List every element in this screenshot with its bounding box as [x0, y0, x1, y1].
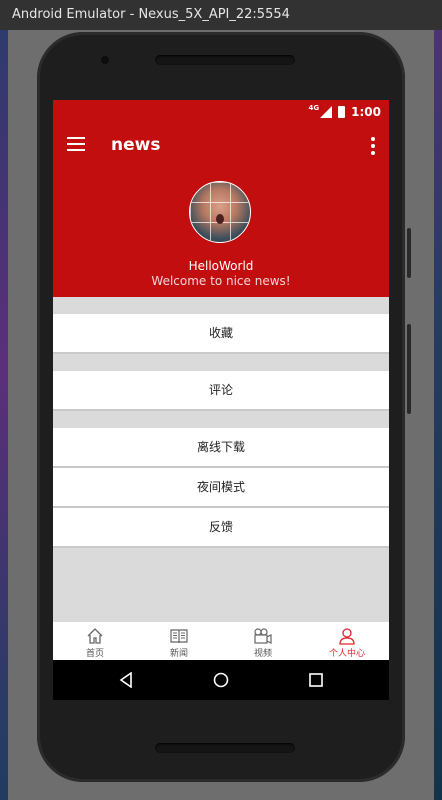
system-navigation-bar	[53, 660, 389, 700]
overflow-menu-icon[interactable]	[371, 137, 375, 155]
menu-item-offline-download[interactable]: 离线下载	[53, 428, 389, 468]
hamburger-menu-icon[interactable]	[67, 137, 85, 153]
video-camera-icon	[221, 626, 305, 646]
tab-profile[interactable]: 个人中心	[305, 622, 389, 660]
recents-icon[interactable]	[309, 673, 323, 687]
menu-item-favorites[interactable]: 收藏	[53, 314, 389, 354]
home-circle-icon[interactable]	[213, 672, 229, 688]
username: HelloWorld	[188, 259, 254, 273]
tab-profile-label: 个人中心	[328, 649, 365, 659]
tab-news-label: 新闻	[169, 649, 188, 659]
bottom-navigation: 首页 新闻 视频 个人中心	[53, 622, 389, 660]
welcome-text: Welcome to nice news!	[151, 274, 291, 288]
signal-icon	[320, 106, 333, 118]
status-time: 1:00	[351, 105, 381, 119]
device-screen: 4G 1:00 news HelloWorld Welcome to nice …	[53, 100, 389, 700]
tab-video[interactable]: 视频	[221, 622, 305, 660]
bottom-speaker	[155, 743, 295, 753]
front-camera	[101, 56, 109, 64]
tab-home[interactable]: 首页	[53, 622, 137, 660]
emulator-title-bar: Android Emulator - Nexus_5X_API_22:5554	[0, 0, 442, 30]
tab-video-label: 视频	[253, 649, 272, 659]
home-icon	[53, 626, 137, 646]
status-bar: 4G 1:00	[53, 100, 389, 124]
power-button[interactable]	[407, 228, 411, 278]
toolbar-title: news	[111, 135, 161, 155]
app-toolbar: news	[53, 124, 389, 168]
menu-item-comments[interactable]: 评论	[53, 371, 389, 411]
menu-item-feedback[interactable]: 反馈	[53, 508, 389, 548]
profile-header: HelloWorld Welcome to nice news!	[53, 168, 389, 297]
newspaper-icon	[137, 626, 221, 646]
window-title: Android Emulator - Nexus_5X_API_22:5554	[12, 7, 290, 22]
top-speaker	[155, 55, 295, 65]
tab-news[interactable]: 新闻	[137, 622, 221, 660]
user-avatar[interactable]	[189, 181, 251, 243]
tab-home-label: 首页	[85, 649, 104, 659]
user-icon	[305, 626, 389, 646]
menu-item-night-mode[interactable]: 夜间模式	[53, 468, 389, 508]
battery-icon	[338, 106, 346, 118]
volume-button[interactable]	[407, 324, 411, 414]
back-icon[interactable]	[119, 672, 133, 688]
network-type: 4G	[308, 104, 320, 112]
